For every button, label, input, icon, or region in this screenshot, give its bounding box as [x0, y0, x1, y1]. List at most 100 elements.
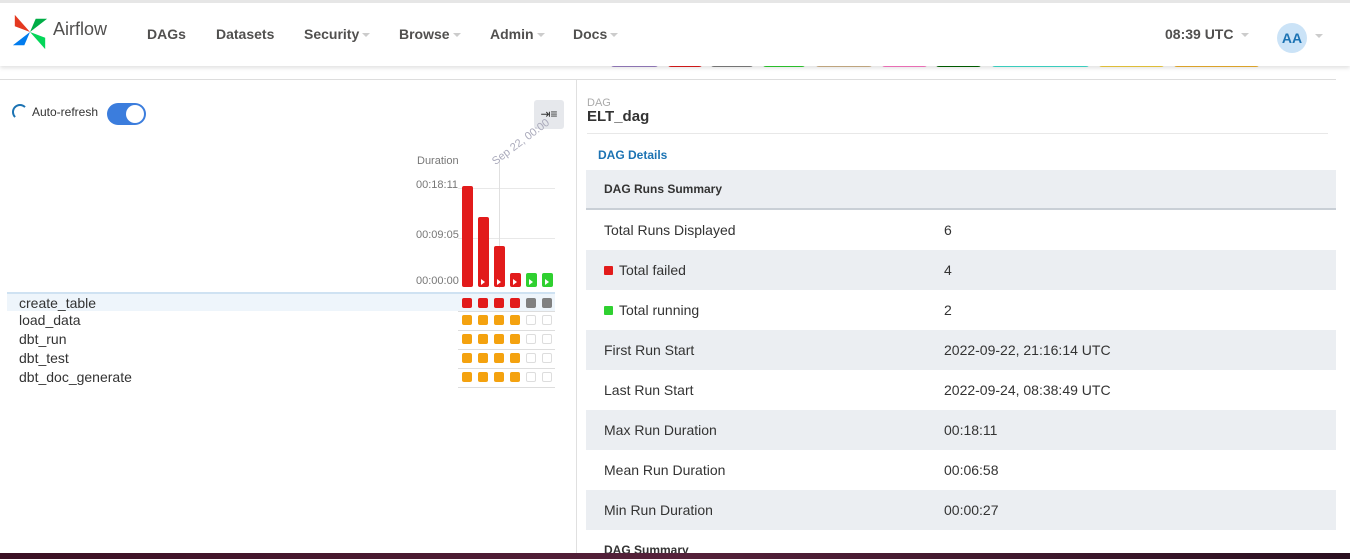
task-row-create-table[interactable]: create_table: [7, 292, 555, 311]
y-tick: 00:09:05: [416, 229, 459, 241]
summary-row: Total failed 4: [586, 250, 1336, 290]
airflow-pinwheel-icon: [12, 14, 48, 50]
task-instance-upstream-failed[interactable]: [510, 372, 520, 382]
task-name: create_table: [19, 295, 97, 311]
nav-datasets[interactable]: Datasets: [216, 26, 274, 42]
task-instance-upstream-failed[interactable]: [494, 315, 504, 325]
play-icon: [545, 279, 549, 285]
dag-runs-summary-table: DAG Runs Summary Total Runs Displayed 6 To…: [586, 170, 1336, 530]
task-row-dbt-run[interactable]: dbt_run: [7, 330, 555, 349]
timezone-dropdown[interactable]: 08:39 UTC: [1165, 26, 1250, 42]
summary-key: Mean Run Duration: [604, 462, 726, 478]
run-bar-5[interactable]: [526, 273, 537, 287]
summary-row: First Run Start 2022-09-22, 21:16:14 UTC: [586, 330, 1336, 370]
task-instance-upstream-failed[interactable]: [510, 315, 520, 325]
play-icon: [529, 279, 533, 285]
task-instance-upstream-failed[interactable]: [462, 353, 472, 363]
task-instance-none[interactable]: [526, 353, 536, 363]
nav-admin[interactable]: Admin: [490, 26, 545, 42]
brand-link[interactable]: Airflow: [11, 13, 107, 51]
task-instance-upstream-failed[interactable]: [510, 334, 520, 344]
task-instance-none[interactable]: [542, 334, 552, 344]
task-name: dbt_test: [19, 350, 69, 366]
task-instance-upstream-failed[interactable]: [494, 353, 504, 363]
run-bar-1[interactable]: [462, 186, 473, 287]
divider: [0, 79, 1336, 80]
task-instance-upstream-failed[interactable]: [494, 334, 504, 344]
task-instance-none[interactable]: [542, 315, 552, 325]
task-instance-failed[interactable]: [478, 298, 488, 308]
y-tick: 00:18:11: [416, 179, 459, 191]
top-navbar: Airflow DAGs Datasets Security Browse Ad…: [0, 0, 1350, 66]
task-instance-upstream-failed[interactable]: [494, 372, 504, 382]
brand-name: Airflow: [53, 18, 108, 39]
dag-title: ELT_dag: [587, 108, 650, 125]
task-instance-none[interactable]: [526, 315, 536, 325]
nav-docs[interactable]: Docs: [573, 26, 619, 42]
summary-value: 00:06:58: [944, 462, 999, 478]
task-name: dbt_doc_generate: [19, 369, 132, 385]
play-icon: [481, 279, 485, 285]
summary-row: Total running 2: [586, 290, 1336, 330]
task-instance-none[interactable]: [542, 372, 552, 382]
user-avatar[interactable]: AA: [1277, 23, 1307, 53]
task-instance-queued[interactable]: [542, 298, 552, 308]
task-row-load-data[interactable]: load_data: [7, 311, 555, 330]
task-instance-none[interactable]: [526, 372, 536, 382]
run-bar-2[interactable]: [478, 217, 489, 287]
task-name: load_data: [19, 312, 81, 328]
auto-refresh-label: Auto-refresh: [32, 105, 99, 119]
play-icon: [513, 279, 517, 285]
play-icon: [497, 279, 501, 285]
chevron-down-icon: [362, 33, 371, 38]
chevron-down-icon[interactable]: [1315, 34, 1323, 38]
run-bar-4[interactable]: [510, 273, 521, 287]
task-instance-upstream-failed[interactable]: [510, 353, 520, 363]
task-instance-upstream-failed[interactable]: [462, 372, 472, 382]
nav-security[interactable]: Security: [304, 26, 371, 42]
summary-value: 2022-09-24, 08:38:49 UTC: [944, 382, 1111, 398]
run-bar-3[interactable]: [494, 246, 505, 287]
chevron-down-icon: [536, 33, 545, 38]
summary-key: Max Run Duration: [604, 422, 717, 438]
task-instance-none[interactable]: [526, 334, 536, 344]
nav-browse[interactable]: Browse: [399, 26, 461, 42]
chevron-down-icon: [452, 33, 461, 38]
task-instance-failed[interactable]: [462, 298, 472, 308]
task-instance-upstream-failed[interactable]: [478, 372, 488, 382]
task-instance-upstream-failed[interactable]: [478, 334, 488, 344]
date-label: Sep 22, 00:00: [490, 116, 552, 168]
row-divider: [458, 387, 555, 388]
y-tick: 00:00:00: [416, 275, 459, 287]
panel-divider[interactable]: [576, 80, 577, 559]
summary-value: 6: [944, 222, 952, 238]
run-bar-6[interactable]: [542, 273, 553, 287]
summary-key: Total running: [604, 302, 699, 318]
summary-value: 00:00:27: [944, 502, 999, 518]
state-swatch: [604, 306, 613, 315]
task-row-dbt-test[interactable]: dbt_test: [7, 349, 555, 368]
task-instance-failed[interactable]: [494, 298, 504, 308]
summary-value: 00:18:11: [944, 422, 998, 438]
summary-value: 2022-09-22, 21:16:14 UTC: [944, 342, 1111, 358]
task-instance-failed[interactable]: [510, 298, 520, 308]
task-instance-upstream-failed[interactable]: [462, 315, 472, 325]
task-instance-none[interactable]: [542, 353, 552, 363]
task-row-dbt-doc-generate[interactable]: dbt_doc_generate: [7, 368, 555, 387]
dag-details-link[interactable]: DAG Details: [598, 148, 667, 162]
task-instance-upstream-failed[interactable]: [478, 353, 488, 363]
summary-key: Min Run Duration: [604, 502, 713, 518]
summary-key: First Run Start: [604, 342, 695, 358]
nav-dags[interactable]: DAGs: [147, 26, 186, 42]
task-instance-queued[interactable]: [526, 298, 536, 308]
chevron-down-icon: [610, 33, 619, 38]
summary-row: Mean Run Duration 00:06:58: [586, 450, 1336, 490]
task-instance-upstream-failed[interactable]: [462, 334, 472, 344]
auto-refresh-toggle[interactable]: [107, 103, 146, 125]
summary-row: Total Runs Displayed 6: [586, 210, 1336, 250]
summary-row: Last Run Start 2022-09-24, 08:38:49 UTC: [586, 370, 1336, 410]
summary-value: 2: [944, 302, 952, 318]
toggle-knob: [126, 105, 144, 123]
auto-refresh-control: Auto-refresh: [12, 104, 98, 120]
task-instance-upstream-failed[interactable]: [478, 315, 488, 325]
